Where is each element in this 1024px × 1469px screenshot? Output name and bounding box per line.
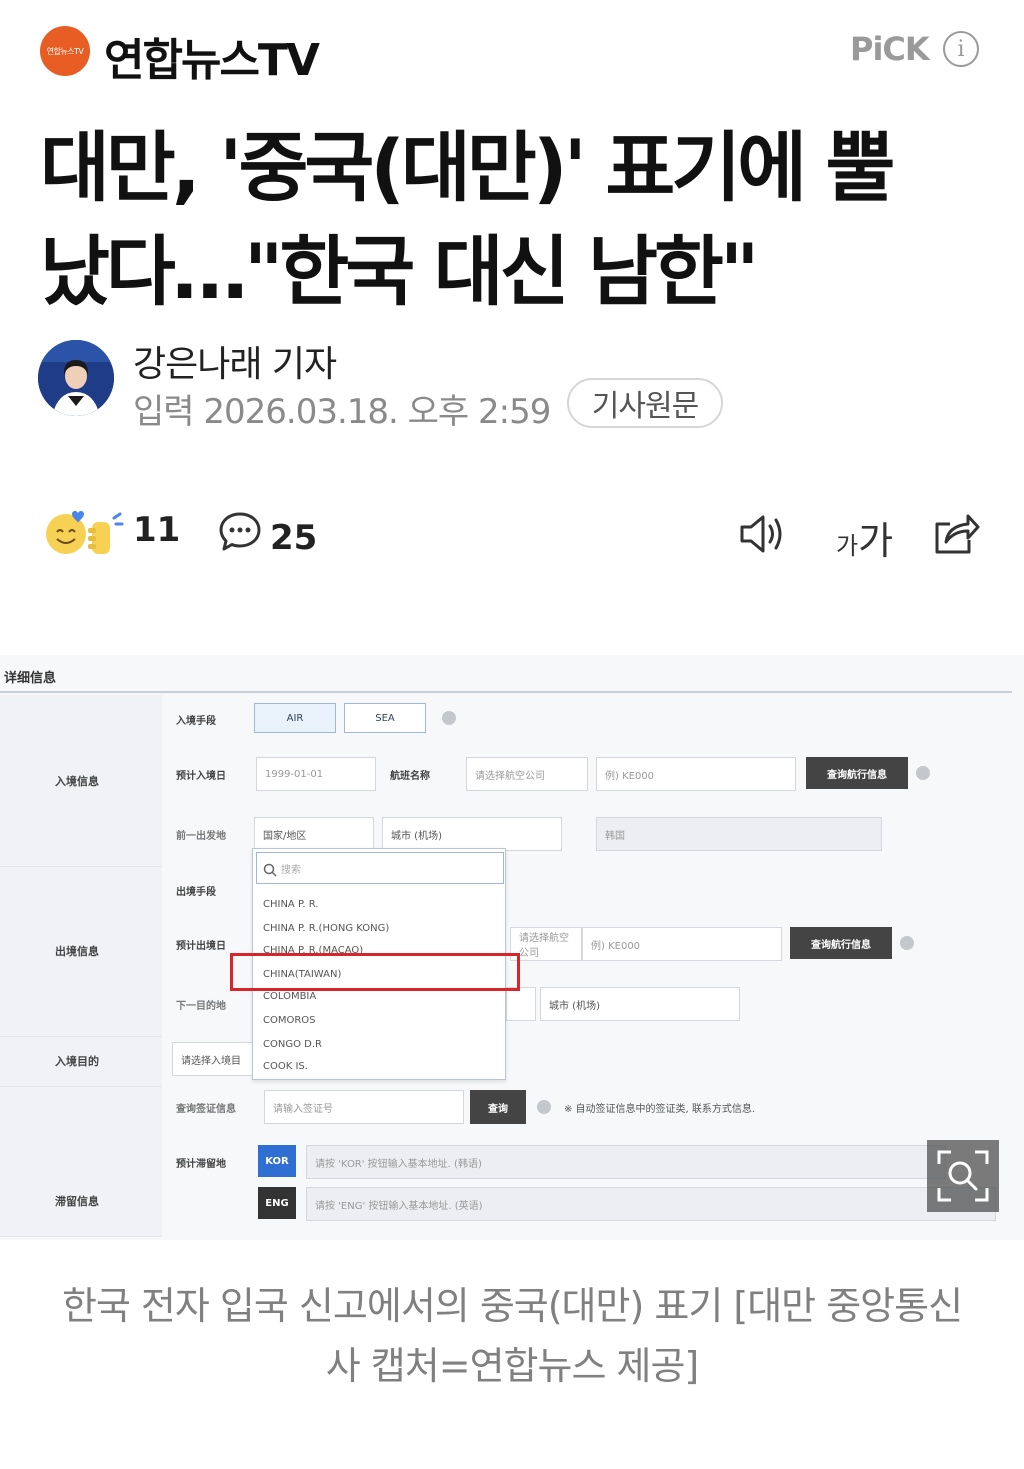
expected-stay-label: 预计滞留地 [176, 1159, 226, 1170]
comment-icon [219, 512, 261, 551]
reporter-photo-icon [38, 340, 114, 416]
reporter-name[interactable]: 강은나래 기자 [133, 335, 337, 387]
press-logo[interactable]: 연합뉴스TV [40, 26, 90, 76]
text-to-speech-button[interactable] [738, 512, 788, 556]
entry-purpose-section: 入境目的 [0, 1037, 162, 1087]
entry-method-label: 入境手段 [176, 716, 216, 727]
share-icon [935, 514, 980, 554]
exit-airline-select[interactable]: 请选择航空公司 [510, 927, 582, 961]
visa-number-input[interactable]: 请输入签证号 [264, 1090, 464, 1124]
airline-select[interactable]: 请选择航空公司 [466, 757, 588, 791]
search-icon [263, 863, 277, 877]
sea-toggle[interactable]: SEA [344, 703, 426, 733]
image-caption: 한국 전자 입국 신고에서의 중국(대만) 표기 [대만 중앙통신사 캡처=연합… [61, 1284, 963, 1388]
press-name[interactable]: 연합뉴스TV [104, 24, 320, 88]
reaction-emoji-icon [46, 511, 124, 554]
article-headline: 대만, '중국(대만)' 표기에 뿔 났다…"한국 대신 남한" [40, 116, 990, 324]
exit-info-label: 出境信息 [55, 945, 99, 958]
taiwan-highlight-box [230, 953, 520, 991]
city-select[interactable]: 城市 (机场) [382, 817, 562, 851]
country-option[interactable]: COOK IS. [263, 1061, 308, 1072]
reaction-button[interactable] [42, 508, 126, 556]
top-header: 연합뉴스TV 연합뉴스TV PiCK i [0, 0, 1024, 100]
speaker-icon [740, 515, 782, 553]
section-divider [0, 691, 1012, 693]
zoom-icon [937, 1150, 989, 1202]
country-option[interactable]: COLOMBIA [263, 991, 316, 1000]
original-article-button[interactable]: 기사원문 [567, 378, 723, 428]
reaction-count: 11 [133, 510, 181, 550]
country-option[interactable]: COMOROS [263, 1015, 316, 1026]
visa-note: ※ 自动签证信息中的签证类, 联系方式信息. [564, 1104, 756, 1115]
help-icon[interactable] [916, 766, 930, 780]
flight-number-input[interactable]: 例) KE000 [596, 757, 796, 791]
headline-line-1: 대만, '중국(대만)' 표기에 뿔 [40, 123, 895, 212]
entry-purpose-select[interactable]: 请选择入境目 [172, 1042, 256, 1076]
entry-info-label: 入境信息 [55, 775, 99, 788]
expected-entry-date-label: 预计入境日 [176, 771, 226, 782]
flight-name-label: 航班名称 [390, 771, 430, 782]
next-destination-label: 下一目的地 [176, 1001, 226, 1012]
kor-address-input[interactable]: 请按 'KOR' 按钮输入基本地址. (韩语) [306, 1145, 946, 1179]
font-size-big-glyph: 가 [858, 519, 894, 563]
exit-city-select[interactable]: 城市 (机场) [540, 987, 740, 1021]
country-option[interactable]: CONGO D.R [263, 1039, 322, 1050]
search-placeholder: 搜索 [281, 865, 301, 876]
entry-info-section: 入境信息 [0, 695, 162, 867]
air-toggle[interactable]: AIR [254, 703, 336, 733]
visa-query-button[interactable]: 查询 [470, 1090, 526, 1124]
published-date: 입력 2026.03.18. 오후 2:59 [133, 392, 551, 432]
expected-exit-date-label: 预计出境日 [176, 941, 226, 952]
pick-label: PiCK [850, 30, 930, 68]
image-zoom-button[interactable] [927, 1140, 999, 1212]
font-size-small-glyph: 가 [836, 532, 859, 560]
eng-address-input[interactable]: 请按 'ENG' 按钮输入基本地址. (英语) [306, 1187, 996, 1221]
country-option[interactable]: CHINA P. R.(HONG KONG) [263, 923, 389, 934]
exit-country-select[interactable] [506, 987, 536, 1021]
korea-field: 韩国 [596, 817, 882, 851]
exit-info-section: 出境信息 [0, 867, 162, 1037]
entry-date-input[interactable]: 1999-01-01 [256, 757, 376, 791]
form-section-title: 详细信息 [4, 671, 57, 686]
comment-button[interactable] [218, 510, 262, 554]
stay-info-label: 滞留信息 [55, 1195, 99, 1208]
reporter-avatar[interactable] [38, 340, 114, 416]
kor-button[interactable]: KOR [258, 1145, 296, 1177]
stay-info-section: 滞留信息 [0, 1087, 162, 1237]
help-icon[interactable] [537, 1100, 551, 1114]
share-button[interactable] [932, 510, 980, 556]
help-icon[interactable] [900, 936, 914, 950]
country-option[interactable]: CHINA P. R. [263, 899, 319, 910]
font-size-button[interactable]: 가가 [836, 510, 893, 565]
query-flight-button[interactable]: 查询航行信息 [806, 757, 908, 789]
headline-line-2: 났다…"한국 대신 남한" [40, 227, 759, 316]
entry-purpose-label: 入境目的 [55, 1055, 99, 1068]
visa-query-label: 查询签证信息 [176, 1104, 236, 1115]
prev-departure-label: 前一出发地 [176, 831, 226, 842]
info-icon[interactable]: i [943, 31, 979, 67]
country-select[interactable]: 国家/地区 [254, 817, 374, 851]
exit-method-label: 出境手段 [176, 887, 216, 898]
eng-button[interactable]: ENG [258, 1187, 296, 1219]
dropdown-search-input[interactable]: 搜索 [256, 852, 504, 884]
article-image[interactable]: 详细信息 入境信息 出境信息 入境目的 滞留信息 入境手段 AIR SEA 预计… [0, 655, 1024, 1240]
comment-count: 25 [270, 518, 318, 558]
exit-flight-input[interactable]: 例) KE000 [582, 927, 782, 961]
help-icon[interactable] [442, 711, 456, 725]
query-exit-flight-button[interactable]: 查询航行信息 [790, 927, 892, 959]
